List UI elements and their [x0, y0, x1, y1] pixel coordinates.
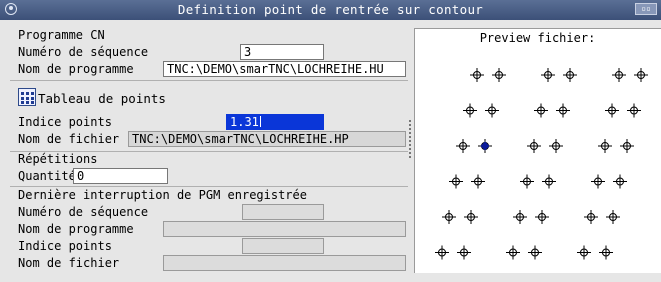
preview-point [435, 245, 449, 260]
text-caret [259, 116, 261, 127]
preview-point [492, 68, 506, 82]
interrupt-file-label: Nom de fichier [18, 256, 120, 270]
form-panel: Programme CN Numéro de séquence 3 Nom de… [10, 24, 408, 272]
interrupt-sequence-field [242, 204, 324, 220]
preview-point [449, 174, 463, 189]
preview-point [457, 245, 471, 260]
preview-point [470, 68, 484, 82]
preview-point [471, 174, 485, 189]
preview-point [612, 68, 626, 82]
preview-point [563, 68, 577, 82]
point-index-field[interactable]: 1.31 [226, 114, 324, 130]
point-file-name-field[interactable]: TNC:\DEMO\smarTNC\LOCHREIHE.HP [128, 131, 406, 147]
quantity-field[interactable]: 0 [73, 168, 168, 184]
section-repetitions: Répétitions Quantité 0 [10, 152, 408, 187]
quantity-label: Quantité [18, 169, 76, 183]
preview-title: Preview fichier: [479, 31, 596, 45]
preview-point [577, 245, 591, 260]
preview-point [605, 103, 619, 118]
preview-point [478, 139, 492, 153]
preview-point [599, 245, 613, 260]
preview-point [456, 139, 470, 153]
preview-point [520, 174, 534, 189]
program-name-field[interactable]: TNC:\DEMO\smarTNC\LOCHREIHE.HU [163, 61, 406, 77]
sequence-number-label: Numéro de séquence [18, 45, 149, 59]
title-bar[interactable]: Definition point de rentrée sur contour … [0, 0, 661, 20]
section-heading: Programme CN [18, 28, 105, 42]
selected-point-marker [480, 141, 490, 151]
section-last-interruption: Dernière interruption de PGM enregistrée… [10, 187, 408, 272]
preview-point [549, 139, 563, 153]
preview-point [598, 139, 612, 153]
section-point-table: Tableau de points Indice points 1.31 Nom… [10, 81, 408, 152]
preview-point [464, 210, 478, 224]
preview-point [535, 210, 549, 224]
minimize-maximize-button[interactable]: ▫▫ [635, 3, 657, 15]
section-programme-cn: Programme CN Numéro de séquence 3 Nom de… [10, 24, 408, 81]
preview-point [506, 245, 520, 260]
point-table-label: Tableau de points [38, 91, 166, 106]
preview-panel [414, 28, 661, 273]
point-table-icon[interactable] [18, 88, 36, 106]
preview-point [513, 210, 527, 224]
interrupt-program-label: Nom de programme [18, 222, 134, 236]
preview-point [627, 103, 641, 118]
preview-point [528, 245, 542, 260]
status-bar [0, 274, 661, 282]
point-pattern-preview [435, 68, 648, 260]
interrupt-index-field [242, 238, 324, 254]
interrupt-sequence-label: Numéro de séquence [18, 205, 149, 219]
preview-point [606, 210, 620, 224]
window-title: Definition point de rentrée sur contour [177, 2, 484, 17]
section-heading: Répétitions [18, 152, 98, 166]
preview-point [620, 139, 634, 153]
preview-point [542, 174, 556, 189]
preview-point [556, 103, 570, 118]
sequence-number-field[interactable]: 3 [240, 44, 324, 60]
dialog-window: Definition point de rentrée sur contour … [0, 0, 661, 282]
preview-point [613, 174, 627, 189]
file-name-label: Nom de fichier [18, 132, 120, 146]
program-name-label: Nom de programme [18, 62, 134, 76]
preview-point [541, 68, 555, 82]
preview-point [442, 210, 456, 224]
preview-point [463, 103, 477, 118]
preview-point [591, 174, 605, 189]
preview-point [584, 210, 598, 224]
interrupt-file-field [163, 255, 406, 271]
interrupt-program-field [163, 221, 406, 237]
point-index-label: Indice points [18, 115, 112, 129]
preview-point [534, 103, 548, 118]
section-heading: Dernière interruption de PGM enregistrée [18, 188, 307, 202]
panel-splitter-handle[interactable] [409, 120, 411, 160]
preview-point [527, 139, 541, 153]
point-index-value: 1.31 [230, 115, 259, 129]
preview-point [485, 103, 499, 118]
interrupt-index-label: Indice points [18, 239, 112, 253]
preview-point [634, 68, 648, 82]
